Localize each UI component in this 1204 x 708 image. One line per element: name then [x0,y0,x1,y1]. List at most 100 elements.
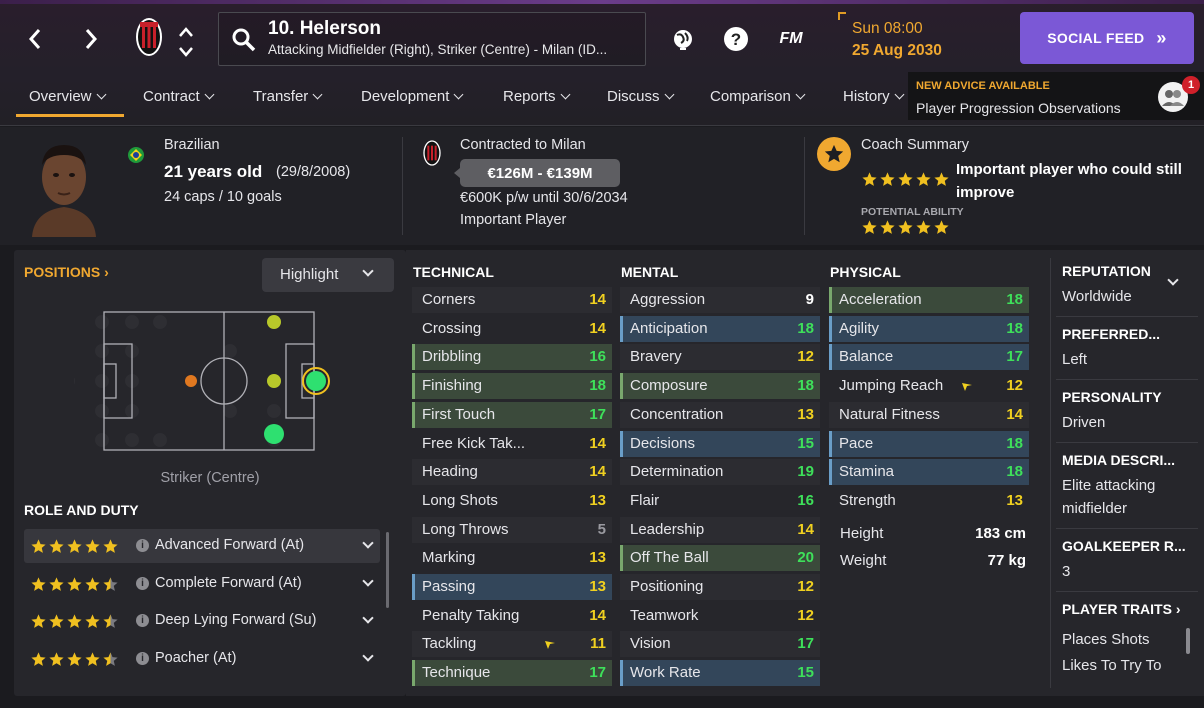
role-row[interactable]: i Deep Lying Forward (Su) [24,604,380,638]
info-icon[interactable]: i [136,577,149,590]
attribute-row[interactable]: Bravery 12 [620,344,820,371]
attribute-row[interactable]: Finishing 18 [412,373,612,400]
attribute-value: 14 [797,520,814,538]
attribute-row[interactable]: Heading 14 [412,459,612,486]
attribute-row[interactable]: Teamwork 12 [620,603,820,629]
forward-arrow-icon[interactable] [76,24,106,54]
chevron-down-icon[interactable] [362,650,374,662]
chevron-down-icon[interactable] [362,612,374,624]
attribute-row[interactable]: Agility 18 [829,315,1029,342]
help-icon[interactable]: ? [721,24,751,54]
attribute-value: 13 [589,491,606,509]
attribute-row[interactable]: Work Rate 15 [620,660,820,687]
tab-transfer[interactable]: Transfer [253,88,323,105]
position-pitch[interactable] [74,306,344,456]
tab-development[interactable]: Development [361,88,464,105]
role-row[interactable]: i Complete Forward (At) [24,567,380,601]
attribute-value: 14 [589,463,606,481]
attribute-row[interactable]: Marking 13 [412,545,612,571]
attribute-row[interactable]: First Touch 17 [412,401,612,428]
player-traits-link[interactable]: PLAYER TRAITS › [1062,601,1181,617]
globe-icon[interactable] [668,24,698,54]
attribute-row[interactable]: Off The Ball 20 [620,545,820,572]
position-dot-st[interactable] [306,371,326,391]
role-row[interactable]: i Poacher (At) [24,642,380,676]
star-icon [898,172,913,186]
tab-comparison[interactable]: Comparison [710,88,806,105]
attribute-row[interactable]: Natural Fitness 14 [829,401,1029,428]
attribute-row[interactable]: Corners 14 [412,287,612,313]
star-icon [85,614,100,628]
attribute-name: Tackling [422,635,477,653]
attribute-row[interactable]: Strength 13 [829,488,1029,514]
attribute-row[interactable]: Technique 17 [412,660,612,687]
attribute-name: Leadership [630,520,705,538]
attribute-row[interactable]: Crossing 14 [412,316,612,342]
attribute-row[interactable]: Vision 17 [620,631,820,658]
role-row[interactable]: i Advanced Forward (At) [24,529,380,563]
position-dot-aml[interactable] [267,315,281,329]
attribute-row[interactable]: Pace 18 [829,430,1029,457]
date-day: 25 Aug 2030 [852,42,942,59]
tab-discuss[interactable]: Discuss [607,88,674,105]
back-arrow-icon[interactable] [20,24,50,54]
attribute-row[interactable]: Positioning 12 [620,574,820,600]
highlight-label: Highlight [280,266,339,283]
fm-logo-icon[interactable]: FM [774,24,808,54]
goalkeeper-rating-value: 3 [1062,563,1071,580]
highlight-dropdown[interactable]: Highlight [262,258,394,292]
attribute-row[interactable]: Stamina 18 [829,459,1029,486]
role-scrollbar[interactable] [386,532,389,608]
attribute-row[interactable]: Penalty Taking 14 [412,603,612,629]
player-search-box[interactable]: 10. Helerson Attacking Midfielder (Right… [218,12,646,66]
chevron-down-icon[interactable] [1167,274,1179,286]
attribute-value: 14 [589,319,606,337]
club-cycle-icon[interactable] [176,24,196,60]
tab-overview[interactable]: Overview [29,88,106,105]
info-icon[interactable]: i [136,614,149,627]
attribute-row[interactable]: Anticipation 18 [620,315,820,342]
attribute-row[interactable]: Free Kick Tak... 14 [412,431,612,457]
position-dot-st-alt[interactable] [267,374,281,388]
info-icon[interactable]: i [136,539,149,552]
attribute-row[interactable]: Leadership 14 [620,516,820,543]
positions-link[interactable]: POSITIONS › [24,264,109,280]
social-feed-button[interactable]: SOCIAL FEED » [1020,12,1194,64]
tab-reports[interactable]: Reports [503,88,570,105]
attribute-row[interactable]: Composure 18 [620,373,820,400]
attribute-value: 17 [1006,348,1023,366]
attribute-row[interactable]: Determination 19 [620,459,820,486]
positions-panel: POSITIONS › Highlight Striker (Centre) R… [14,250,406,696]
attribute-row[interactable]: Balance 17 [829,344,1029,371]
attribute-row[interactable]: Long Throws 5 [412,516,612,543]
attribute-row[interactable]: Tackling 11 [412,631,612,658]
attribute-row[interactable]: Long Shots 13 [412,488,612,514]
attribute-row[interactable]: Flair 16 [620,488,820,514]
attribute-row[interactable]: Decisions 15 [620,430,820,457]
attribute-name: Anticipation [630,319,708,337]
attribute-row[interactable]: Jumping Reach 12 [829,373,1029,399]
chevron-down-icon [894,89,905,100]
attribute-row[interactable]: Passing 13 [412,574,612,600]
chevron-down-icon[interactable] [362,575,374,587]
position-dot-amc[interactable] [185,375,197,387]
info-icon[interactable]: i [136,652,149,665]
mental-title: MENTAL [621,264,679,280]
position-dot-amr[interactable] [264,424,284,444]
attribute-row[interactable]: Concentration 13 [620,401,820,428]
date-block[interactable]: Sun 08:00 25 Aug 2030 [838,12,998,68]
player-portrait[interactable] [24,135,104,237]
search-icon[interactable] [231,27,257,53]
transfer-value[interactable]: €126M - €139M [454,159,620,187]
tab-history[interactable]: History [843,88,905,105]
attribute-row[interactable]: Dribbling 16 [412,344,612,371]
attribute-row[interactable]: Acceleration 18 [829,287,1029,313]
tab-label: Contract [143,88,200,105]
traits-scrollbar[interactable] [1186,628,1190,654]
attribute-row[interactable]: Aggression 9 [620,287,820,313]
advice-notification[interactable]: NEW ADVICE AVAILABLE Player Progression … [908,72,1204,120]
role-stars [30,538,119,555]
tab-contract[interactable]: Contract [143,88,215,105]
chevron-down-icon[interactable] [362,537,374,549]
club-crest-icon[interactable] [134,16,164,58]
